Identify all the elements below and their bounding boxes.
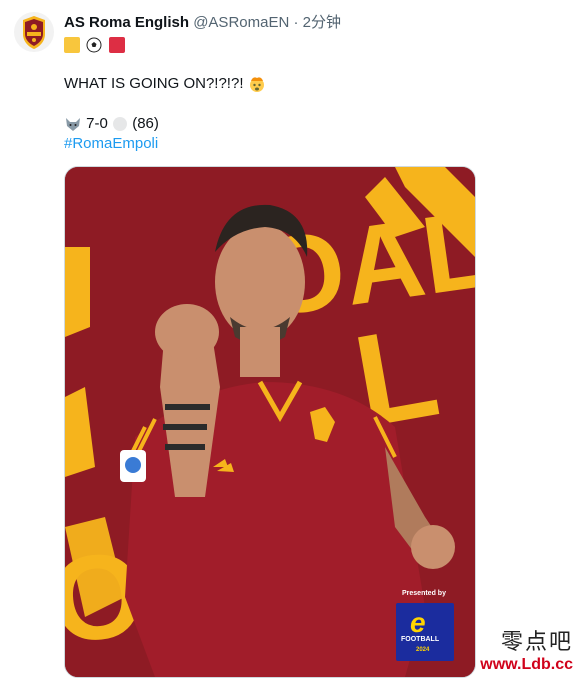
tweet-headline: WHAT IS GOING ON?!?!?! [64,75,244,92]
exploding-head-icon [249,77,264,93]
presented-by-text: Presented by [402,590,446,597]
efootball-label: FOOTBALL [401,636,440,643]
site-watermark: 零点吧 www.Ldb.cc [480,630,573,674]
efootball-e-mark: e [410,607,426,638]
roma-crest-icon [23,16,45,49]
avatar[interactable] [14,12,54,52]
tweet-header: AS Roma English @ASRomaEN · 2分钟 [64,13,341,33]
yellow-square-icon [64,36,80,53]
hashtag-link[interactable]: #RomaEmpoli [64,134,158,154]
score-minute: (86) [132,115,159,132]
tweet-media-image[interactable]: OAL G L OAL [64,166,476,678]
header-separator: · [293,14,299,31]
white-circle-icon [113,117,128,132]
flag-emoji-row [64,36,127,54]
tweet-score-line: 7-0 (86) [64,114,159,134]
tweet: AS Roma English @ASRomaEN · 2分钟 WHAT IS … [0,0,581,680]
wolf-icon [66,118,80,132]
account-name[interactable]: AS Roma English [64,14,189,31]
tweet-time[interactable]: 2分钟 [303,14,341,31]
goal-graphic: OAL G L OAL [65,167,475,677]
account-handle[interactable]: @ASRomaEN [193,14,289,31]
watermark-chinese: 零点吧 [500,630,573,655]
red-square-icon [108,36,125,53]
tweet-text-line1: WHAT IS GOING ON?!?!?! [64,74,266,94]
efootball-logo: e FOOTBALL 2024 [396,603,454,661]
soccer-ball-icon [86,37,102,53]
score-text: 7-0 [86,115,108,132]
efootball-year: 2024 [416,647,430,653]
watermark-url: www.Ldb.cc [480,656,573,673]
